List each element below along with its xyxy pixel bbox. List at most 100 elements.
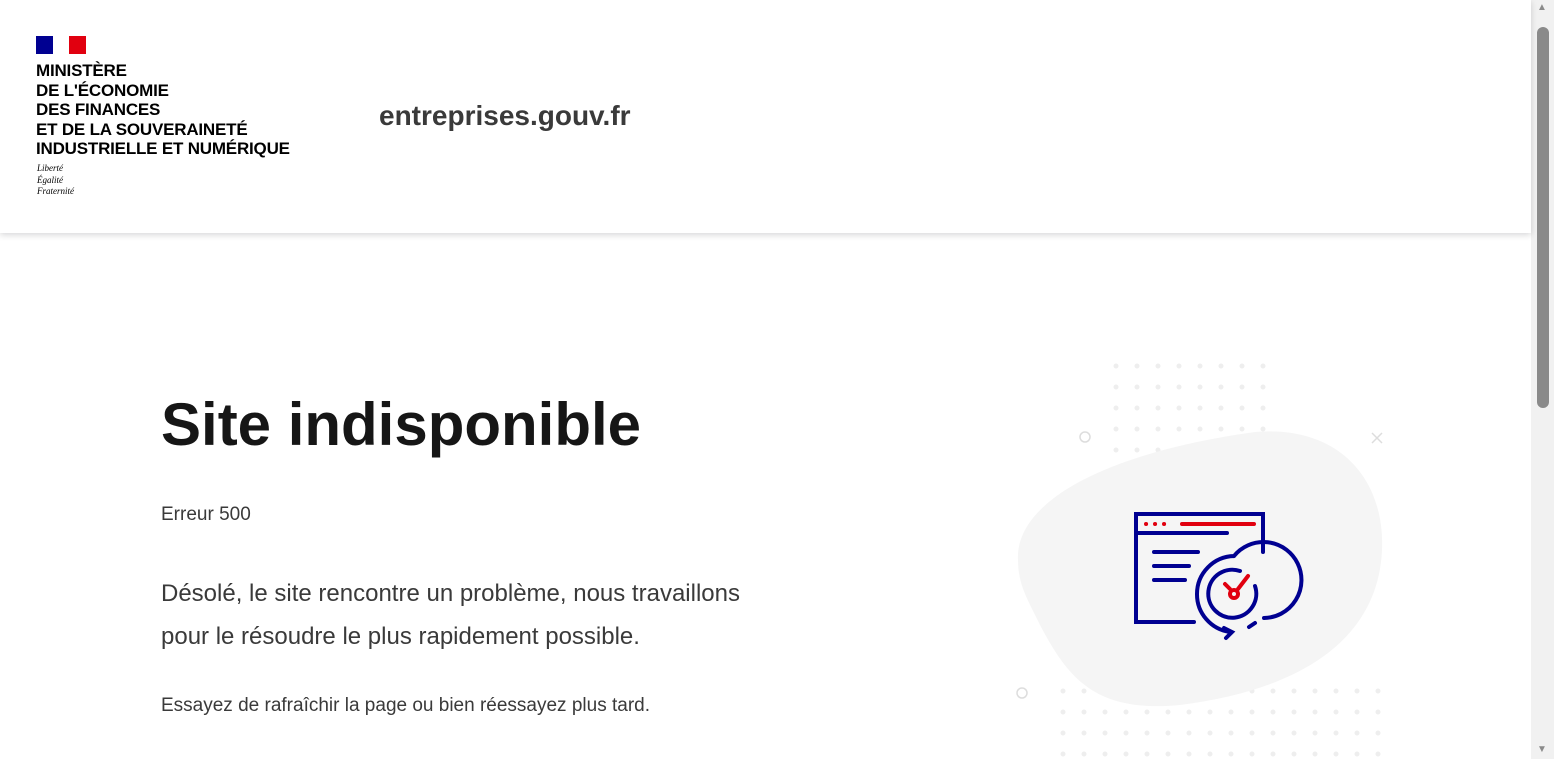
dot xyxy=(1354,688,1360,694)
dot xyxy=(1144,751,1150,757)
dot xyxy=(1060,751,1066,757)
dot xyxy=(1081,751,1087,757)
dot xyxy=(1270,751,1276,757)
error-code: Erreur 500 xyxy=(161,504,251,525)
scrollbar-thumb[interactable] xyxy=(1537,27,1549,408)
dot xyxy=(1081,709,1087,715)
dot xyxy=(1249,730,1255,736)
dot xyxy=(1123,730,1129,736)
ministry-line: DES FINANCES xyxy=(36,100,161,119)
dot xyxy=(1239,384,1245,390)
dot xyxy=(1176,363,1182,369)
dot xyxy=(1239,405,1245,411)
site-name-link[interactable]: entreprises.gouv.fr xyxy=(379,100,631,132)
dot xyxy=(1060,730,1066,736)
dot xyxy=(1134,384,1140,390)
dot xyxy=(1260,384,1266,390)
error-message-line: Désolé, le site rencontre un problème, n… xyxy=(161,580,740,607)
dot xyxy=(1354,730,1360,736)
dot xyxy=(1207,751,1213,757)
dot xyxy=(1186,751,1192,757)
dot xyxy=(1291,751,1297,757)
dot xyxy=(1155,363,1161,369)
header: MINISTÈRE DE L'ÉCONOMIE DES FINANCES ET … xyxy=(0,0,1531,233)
dot xyxy=(1354,709,1360,715)
error-message-line: pour le résoudre le plus rapidement poss… xyxy=(161,623,640,650)
dot xyxy=(1260,405,1266,411)
dot xyxy=(1239,426,1245,432)
dot xyxy=(1134,426,1140,432)
dot xyxy=(1102,730,1108,736)
dot xyxy=(1270,688,1276,694)
dot xyxy=(1081,730,1087,736)
scrollbar[interactable]: ▲ ▼ xyxy=(1531,0,1554,759)
dot xyxy=(1102,709,1108,715)
retry-hint: Essayez de rafraîchir la page ou bien ré… xyxy=(161,695,650,716)
dot xyxy=(1375,730,1381,736)
dot xyxy=(1260,426,1266,432)
dot xyxy=(1123,709,1129,715)
dot xyxy=(1186,709,1192,715)
dot xyxy=(1113,447,1119,453)
error-illustration xyxy=(1016,363,1383,757)
dot xyxy=(1134,447,1140,453)
ministry-line: INDUSTRIELLE ET NUMÉRIQUE xyxy=(36,139,290,158)
dot xyxy=(1375,751,1381,757)
dot xyxy=(1260,363,1266,369)
circle-decoration xyxy=(1079,431,1091,443)
scroll-down-icon[interactable]: ▼ xyxy=(1537,744,1547,755)
dot xyxy=(1134,363,1140,369)
dot xyxy=(1165,709,1171,715)
dot xyxy=(1081,688,1087,694)
dot xyxy=(1165,751,1171,757)
dot xyxy=(1333,751,1339,757)
dot xyxy=(1218,363,1224,369)
dot xyxy=(1218,405,1224,411)
dot xyxy=(1228,709,1234,715)
dot xyxy=(1249,709,1255,715)
dot xyxy=(1333,709,1339,715)
error-message: Désolé, le site rencontre un problème, n… xyxy=(161,572,861,658)
devise-line: Fraternité xyxy=(37,186,74,196)
dot xyxy=(1197,384,1203,390)
dot xyxy=(1176,405,1182,411)
dot xyxy=(1197,363,1203,369)
circle-decoration xyxy=(1016,687,1028,699)
dot xyxy=(1312,730,1318,736)
page-title: Site indisponible xyxy=(161,391,642,458)
dot xyxy=(1113,405,1119,411)
cross-decoration xyxy=(1371,432,1383,444)
ministry-line: ET DE LA SOUVERAINETÉ xyxy=(36,119,248,139)
dot xyxy=(1060,709,1066,715)
dot xyxy=(1333,688,1339,694)
ministry-line: MINISTÈRE xyxy=(36,61,127,80)
dot xyxy=(1354,751,1360,757)
dot xyxy=(1291,709,1297,715)
dot xyxy=(1375,688,1381,694)
dot xyxy=(1197,405,1203,411)
dot xyxy=(1291,730,1297,736)
dot xyxy=(1176,426,1182,432)
dot xyxy=(1134,405,1140,411)
dot xyxy=(1207,709,1213,715)
dot xyxy=(1270,730,1276,736)
dot xyxy=(1113,363,1119,369)
dot xyxy=(1165,730,1171,736)
dot xyxy=(1333,730,1339,736)
ministry-line: DE L'ÉCONOMIE xyxy=(36,80,169,100)
scroll-up-icon[interactable]: ▲ xyxy=(1537,2,1547,13)
dot xyxy=(1218,426,1224,432)
devise-line: Égalité xyxy=(37,174,63,185)
dot xyxy=(1375,709,1381,715)
dot xyxy=(1155,384,1161,390)
dot xyxy=(1312,688,1318,694)
dot xyxy=(1144,730,1150,736)
dot xyxy=(1144,709,1150,715)
blob-shape xyxy=(1017,431,1383,707)
dot xyxy=(1155,405,1161,411)
dot xyxy=(1176,384,1182,390)
ministry-name[interactable]: MINISTÈRE DE L'ÉCONOMIE DES FINANCES ET … xyxy=(36,61,290,159)
dot xyxy=(1197,426,1203,432)
dot xyxy=(1218,384,1224,390)
devise-line: Liberté xyxy=(37,163,63,173)
